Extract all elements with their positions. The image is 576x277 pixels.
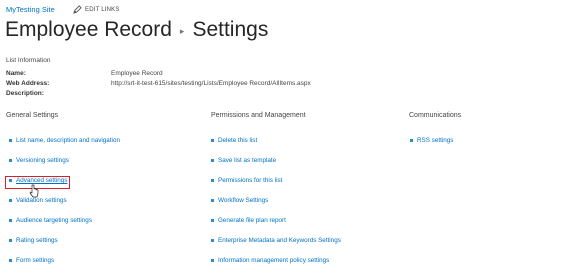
description-row: Description: <box>6 88 566 98</box>
workflow-settings-link[interactable]: Workflow Settings <box>218 197 268 204</box>
communications-column: RSS settings <box>410 137 453 157</box>
bullet-icon <box>211 219 214 222</box>
name-label: Name: <box>6 69 26 77</box>
general-settings-column: List name, description and navigation Ve… <box>9 137 120 277</box>
list-item: Save list as template <box>211 157 341 177</box>
list-item: Versioning settings <box>9 157 120 177</box>
name-row: Name: Employee Record <box>6 68 566 78</box>
bullet-icon <box>211 259 214 262</box>
list-item: RSS settings <box>410 137 453 157</box>
bullet-icon <box>211 139 214 142</box>
general-settings-heading: General Settings <box>6 112 59 119</box>
bullet-icon <box>9 219 12 222</box>
web-address-row: Web Address: http://srt-it-test-615/site… <box>6 78 566 88</box>
bullet-icon <box>211 199 214 202</box>
save-as-template-link[interactable]: Save list as template <box>218 157 276 164</box>
list-item: Generate file plan report <box>211 217 341 237</box>
list-information-section: List Information Name: Employee Record W… <box>6 57 566 98</box>
breadcrumb-list-link[interactable]: Employee Record <box>5 18 172 42</box>
file-plan-report-link[interactable]: Generate file plan report <box>218 217 286 224</box>
audience-targeting-settings-link[interactable]: Audience targeting settings <box>16 217 92 224</box>
list-item: Validation settings <box>9 197 120 217</box>
edit-links-button[interactable]: EDIT LINKS <box>73 5 120 14</box>
settings-page: MyTesting Site EDIT LINKS Employee Recor… <box>0 0 576 277</box>
edit-links-label: EDIT LINKS <box>85 6 120 13</box>
list-item: Delete this list <box>211 137 341 157</box>
bullet-icon <box>9 159 12 162</box>
list-item: Audience targeting settings <box>9 217 120 237</box>
top-navigation-bar: MyTesting Site EDIT LINKS <box>0 0 576 18</box>
bullet-icon <box>211 239 214 242</box>
permissions-heading: Permissions and Management <box>211 112 306 119</box>
form-settings-link[interactable]: Form settings <box>16 257 54 264</box>
breadcrumb-current: Settings <box>192 18 269 41</box>
list-item: Enterprise Metadata and Keywords Setting… <box>211 237 341 257</box>
name-value: Employee Record <box>111 69 163 77</box>
description-label: Description: <box>6 89 44 97</box>
versioning-settings-link[interactable]: Versioning settings <box>16 157 69 164</box>
list-permissions-link[interactable]: Permissions for this list <box>218 177 282 184</box>
bullet-icon <box>9 199 12 202</box>
list-name-settings-link[interactable]: List name, description and navigation <box>16 137 120 144</box>
list-information-heading: List Information <box>6 57 51 64</box>
communications-heading: Communications <box>409 112 462 119</box>
site-home-link[interactable]: MyTesting Site <box>6 5 55 14</box>
information-policy-settings-link[interactable]: Information management policy settings <box>218 257 329 264</box>
rss-settings-link[interactable]: RSS settings <box>417 137 453 144</box>
bullet-icon <box>211 159 214 162</box>
list-item: Rating settings <box>9 237 120 257</box>
list-item: Information management policy settings <box>211 257 341 277</box>
rating-settings-link[interactable]: Rating settings <box>16 237 58 244</box>
validation-settings-link[interactable]: Validation settings <box>16 197 67 204</box>
bullet-icon <box>9 259 12 262</box>
permissions-column: Delete this list Save list as template P… <box>211 137 341 277</box>
delete-list-link[interactable]: Delete this list <box>218 137 257 144</box>
breadcrumb-separator-icon: ▸ <box>179 25 185 36</box>
bullet-icon <box>211 179 214 182</box>
list-item: List name, description and navigation <box>9 137 120 157</box>
bullet-icon <box>9 139 12 142</box>
list-item: Workflow Settings <box>211 197 341 217</box>
mouse-cursor-icon <box>29 184 39 198</box>
page-title: Employee Record ▸ Settings <box>5 18 268 42</box>
metadata-keywords-settings-link[interactable]: Enterprise Metadata and Keywords Setting… <box>218 237 341 244</box>
bullet-icon <box>410 139 413 142</box>
web-address-label: Web Address: <box>6 79 50 87</box>
list-item: Permissions for this list <box>211 177 341 197</box>
list-item: Form settings <box>9 257 120 277</box>
web-address-value: http://srt-it-test-615/sites/testing/Lis… <box>111 79 311 87</box>
bullet-icon <box>9 239 12 242</box>
pencil-icon <box>73 5 82 14</box>
